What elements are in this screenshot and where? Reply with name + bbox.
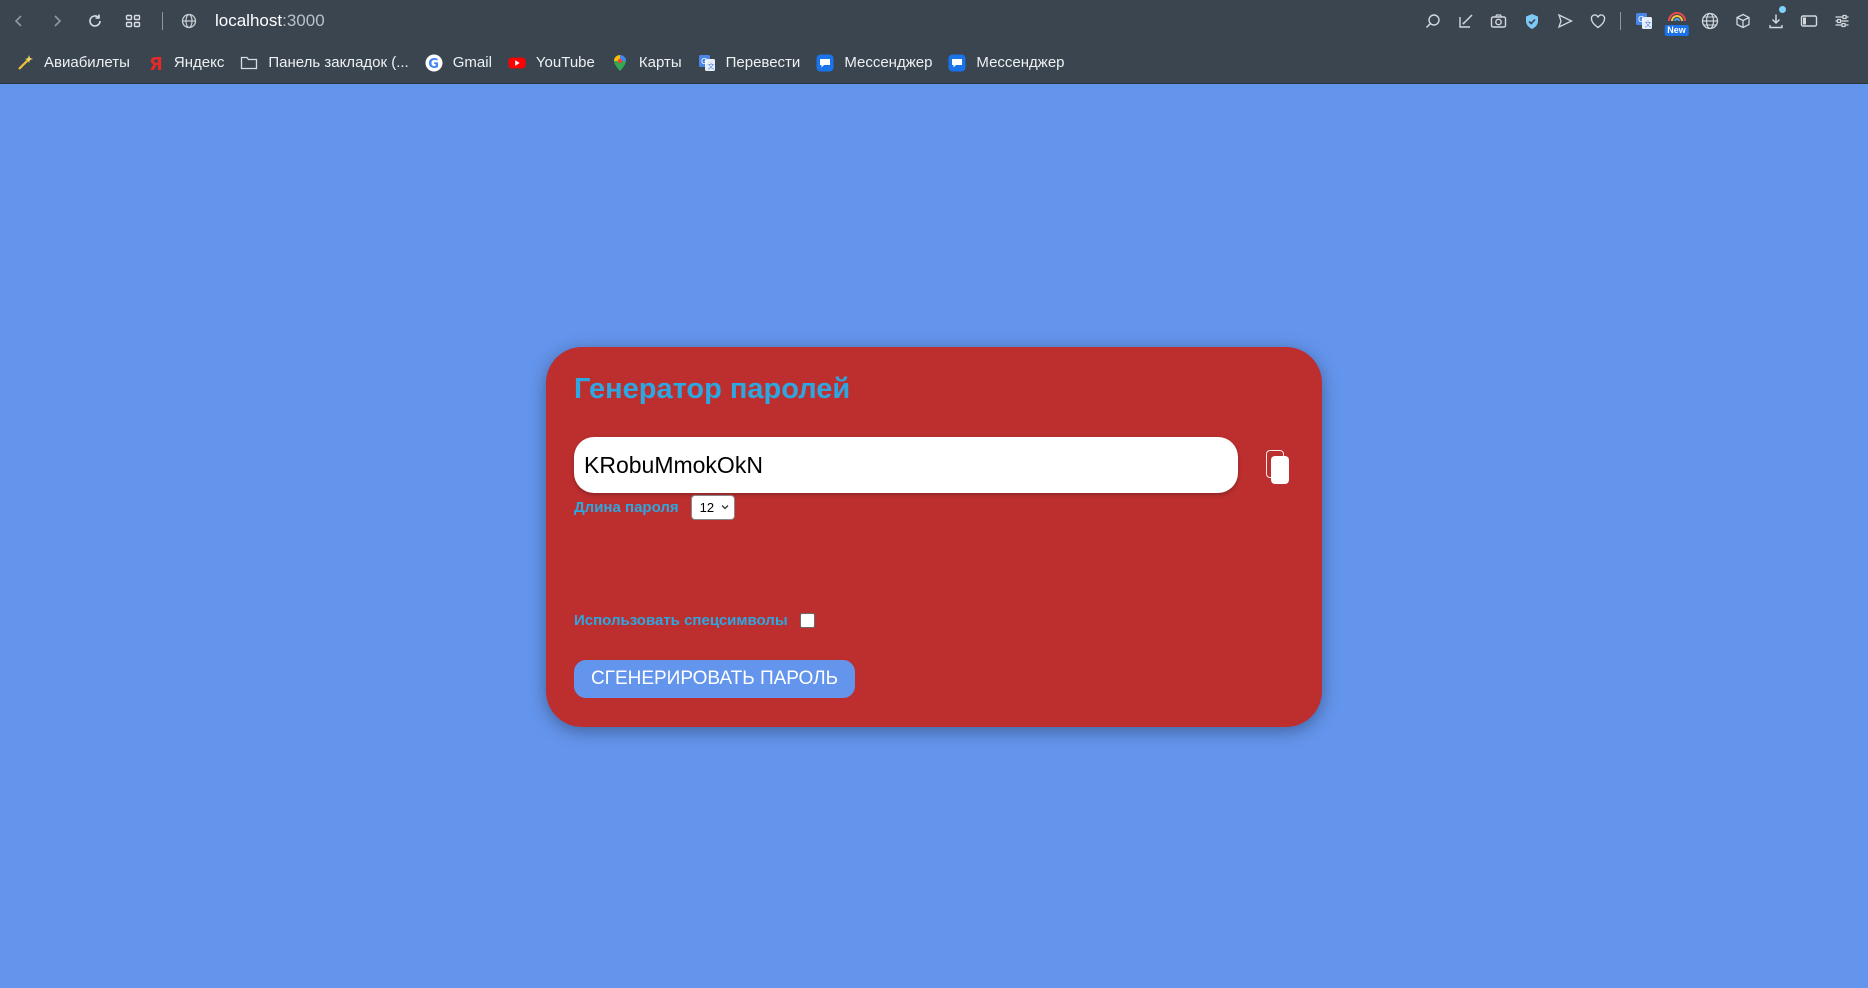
chevron-left-icon bbox=[14, 15, 22, 27]
speed-dial-button[interactable] bbox=[114, 0, 152, 42]
screenshot-edit-icon bbox=[1458, 14, 1473, 28]
svg-text:文: 文 bbox=[707, 61, 714, 70]
bookmark-label: Яндекс bbox=[173, 54, 225, 71]
magic-wand-icon bbox=[16, 54, 34, 72]
folder-icon bbox=[240, 54, 258, 72]
bookmark-youtube[interactable]: YouTube bbox=[508, 54, 595, 72]
new-badge: New bbox=[1664, 25, 1689, 36]
settings-icon bbox=[1835, 14, 1848, 28]
copy-icon bbox=[1271, 456, 1289, 484]
svg-text:Я: Я bbox=[149, 54, 162, 72]
url-port: :3000 bbox=[282, 11, 325, 30]
shield-icon bbox=[1525, 13, 1538, 29]
rainbow-icon bbox=[1667, 12, 1686, 22]
address-bar[interactable]: localhost:3000 bbox=[181, 11, 325, 31]
bookmark-messenger-1[interactable]: Мессенджер bbox=[816, 54, 932, 72]
sidebar-button[interactable] bbox=[1792, 0, 1825, 42]
bookmark-label: Перевести bbox=[725, 54, 801, 71]
browser-toolbar: localhost:3000 G文 New bbox=[0, 0, 1868, 42]
camera-icon bbox=[1490, 14, 1507, 28]
globe-icon bbox=[181, 13, 197, 29]
forward-button[interactable] bbox=[38, 0, 76, 42]
extension-rainbow-button[interactable]: New bbox=[1660, 0, 1693, 42]
notification-dot bbox=[1779, 6, 1786, 13]
special-chars-row: Использовать спецсимволы bbox=[574, 612, 815, 629]
sidebar-icon bbox=[1800, 15, 1817, 27]
yandex-icon: Я bbox=[146, 54, 164, 72]
bookmark-label: YouTube bbox=[535, 54, 595, 71]
box-button[interactable] bbox=[1726, 0, 1759, 42]
url-host: localhost bbox=[215, 11, 283, 30]
copy-button[interactable] bbox=[1266, 450, 1290, 486]
screenshot-button[interactable] bbox=[1482, 0, 1515, 42]
translate-icon: G文 bbox=[698, 54, 716, 72]
password-generator-card: Генератор паролей KRobuMmokOkN Длина пар… bbox=[546, 347, 1322, 727]
generate-button[interactable]: СГЕНЕРИРОВАТЬ ПАРОЛЬ bbox=[574, 660, 855, 698]
download-icon bbox=[1768, 14, 1783, 29]
svg-text:G: G bbox=[1638, 15, 1644, 24]
password-output-field[interactable]: KRobuMmokOkN bbox=[574, 437, 1238, 493]
messenger-icon bbox=[816, 54, 834, 72]
bookmark-yandex[interactable]: Я Яндекс bbox=[146, 54, 224, 72]
globe-icon bbox=[1701, 12, 1718, 30]
toolbar-separator bbox=[1620, 12, 1621, 30]
favorites-button[interactable] bbox=[1581, 0, 1614, 42]
google-icon: G bbox=[425, 54, 443, 72]
youtube-icon bbox=[508, 54, 526, 72]
grid-icon bbox=[125, 14, 141, 28]
bookmark-label: Gmail bbox=[452, 54, 492, 71]
length-select[interactable]: 12 bbox=[690, 495, 735, 520]
search-page-icon bbox=[1425, 14, 1440, 29]
bookmark-label: Мессенджер bbox=[844, 54, 933, 71]
send-button[interactable] bbox=[1548, 0, 1581, 42]
bookmarks-bar: Авиабилеты Я Яндекс Панель закладок (...… bbox=[0, 42, 1868, 84]
vpn-shield-button[interactable] bbox=[1515, 0, 1548, 42]
bookmark-messenger-2[interactable]: Мессенджер bbox=[948, 54, 1065, 72]
bookmark-folder[interactable]: Панель закладок (... bbox=[240, 54, 409, 72]
maps-pin-icon bbox=[611, 54, 629, 72]
translate-button[interactable]: G文 bbox=[1627, 0, 1660, 42]
page-title: Генератор паролей bbox=[574, 373, 851, 405]
special-chars-checkbox[interactable] bbox=[799, 613, 815, 628]
length-label: Длина пароля bbox=[574, 499, 679, 516]
bookmark-label: Панель закладок (... bbox=[268, 54, 409, 71]
bookmark-aviabilety[interactable]: Авиабилеты bbox=[16, 54, 130, 72]
settings-button[interactable] bbox=[1825, 0, 1858, 42]
translate-icon: G文 bbox=[1635, 13, 1652, 29]
reload-icon bbox=[89, 14, 101, 27]
svg-text:G: G bbox=[428, 56, 439, 71]
downloads-button[interactable] bbox=[1759, 0, 1792, 42]
svg-text:G: G bbox=[701, 57, 707, 66]
bookmark-maps[interactable]: Карты bbox=[611, 54, 682, 72]
chevron-down-icon bbox=[721, 505, 729, 510]
length-row: Длина пароля 12 bbox=[574, 495, 735, 520]
toolbar-separator bbox=[162, 12, 163, 30]
heart-icon bbox=[1590, 13, 1605, 28]
bookmark-gmail[interactable]: G Gmail bbox=[425, 54, 492, 72]
special-chars-label: Использовать спецсимволы bbox=[574, 612, 788, 629]
search-page-button[interactable] bbox=[1416, 0, 1449, 42]
messenger-icon bbox=[948, 54, 966, 72]
bookmark-label: Мессенджер bbox=[976, 54, 1065, 71]
chevron-right-icon bbox=[54, 15, 62, 27]
cube-icon bbox=[1735, 13, 1750, 29]
send-icon bbox=[1557, 13, 1573, 29]
svg-text:文: 文 bbox=[1644, 20, 1651, 29]
reload-button[interactable] bbox=[76, 0, 114, 42]
back-button[interactable] bbox=[0, 0, 38, 42]
snap-edit-button[interactable] bbox=[1449, 0, 1482, 42]
bookmark-label: Карты bbox=[638, 54, 682, 71]
bookmark-translate[interactable]: G文 Перевести bbox=[698, 54, 801, 72]
world-button[interactable] bbox=[1693, 0, 1726, 42]
bookmark-label: Авиабилеты bbox=[44, 54, 130, 71]
length-select-value: 12 bbox=[699, 500, 715, 515]
toolbar-actions: G文 New bbox=[1416, 0, 1858, 42]
